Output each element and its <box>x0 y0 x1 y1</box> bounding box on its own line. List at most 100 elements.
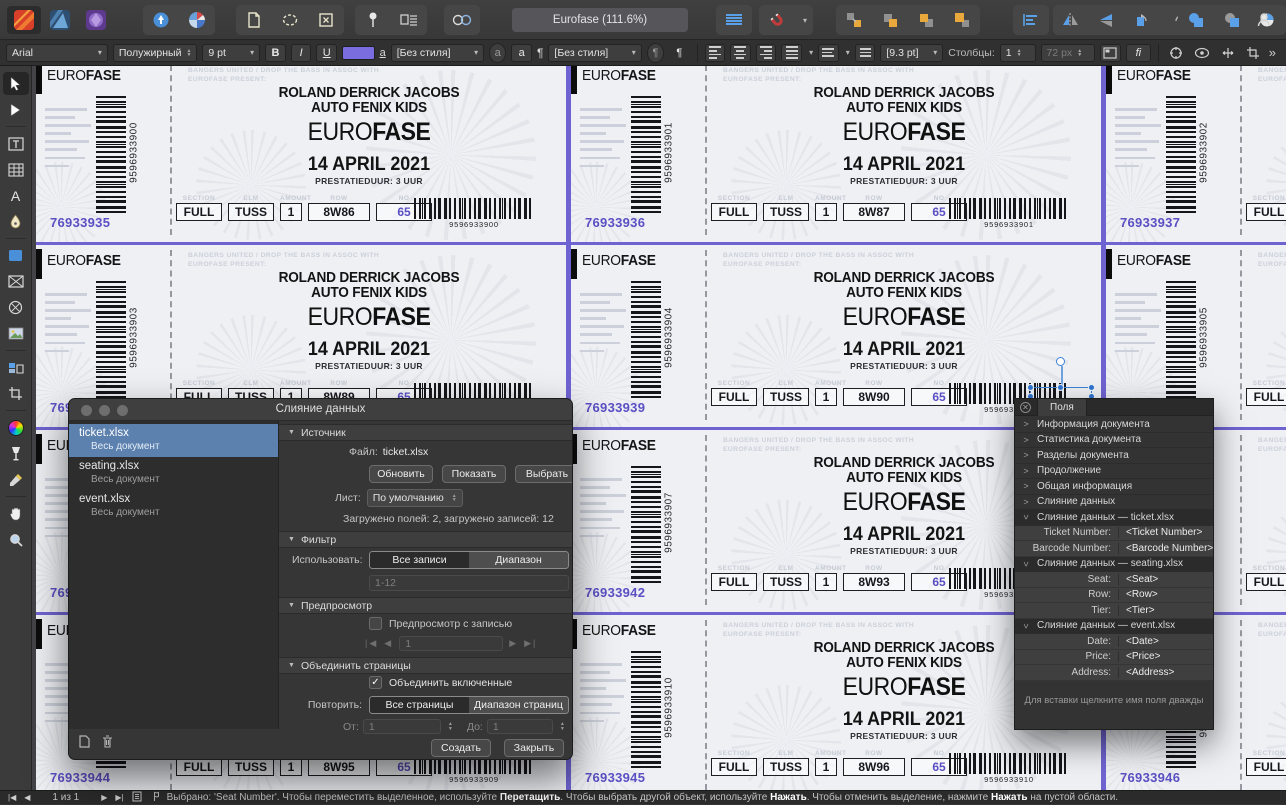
field-row[interactable]: Row:<Row> <box>1015 588 1214 604</box>
move-tool[interactable] <box>3 72 29 95</box>
elm-box[interactable]: TUSS <box>228 203 274 221</box>
toolbar-overflow-button[interactable]: » <box>1269 45 1280 60</box>
justification-caret[interactable]: ▾ <box>846 48 850 57</box>
move-to-front-icon[interactable] <box>945 6 979 34</box>
character-style-select[interactable]: [Без стиля]▾ <box>391 44 484 62</box>
event-duration[interactable]: PRESTATIEDUUR: 3 UUR <box>172 176 566 186</box>
stub-brand-logo[interactable]: EUROFASE <box>582 622 656 639</box>
first-record-icon[interactable]: |◀ <box>365 638 378 649</box>
amount-box[interactable]: 1 <box>280 758 302 776</box>
body-barcode[interactable] <box>949 198 1069 219</box>
export-persona-icon[interactable] <box>144 6 178 34</box>
brand-wordmark[interactable]: EUROFASE <box>1258 118 1286 147</box>
brand-wordmark[interactable]: EUROFASE <box>188 303 550 332</box>
sheet-select[interactable]: По умолчанию ▲▼ <box>367 489 463 507</box>
alignment-icon[interactable] <box>1014 6 1048 34</box>
align-left-button[interactable] <box>705 44 726 62</box>
last-record-icon[interactable]: ▶| <box>524 638 537 649</box>
stub-brand-logo[interactable]: EUROFASE <box>1117 67 1191 84</box>
brand-wordmark[interactable]: EUROFASE <box>723 118 1085 147</box>
show-button[interactable]: Показать <box>442 465 506 483</box>
ticket-number[interactable]: 76933946 <box>1120 770 1180 785</box>
all-pages-segment[interactable]: Все страницы <box>370 697 469 713</box>
ticket-number[interactable]: 76933942 <box>585 585 645 600</box>
stub-barcode[interactable] <box>96 281 126 399</box>
selection-handle[interactable] <box>1027 384 1034 391</box>
artist-title[interactable]: ROLAND DERRICK JACOBS AUTO FENIX KIDS <box>1254 456 1286 486</box>
font-weight-select[interactable]: Полужирный▲▼ <box>113 44 198 62</box>
artist-title[interactable]: ROLAND DERRICK JACOBS AUTO FENIX KIDS <box>719 86 1089 116</box>
color-picker-tool[interactable] <box>3 468 29 491</box>
stub-brand-logo[interactable]: EUROFASE <box>47 252 121 269</box>
document-title[interactable]: Eurofase (111.6%) <box>512 8 688 32</box>
no-para-style-icon[interactable]: ¶ <box>647 43 664 63</box>
align-center-button[interactable] <box>730 44 751 62</box>
field-row[interactable]: Price:<Price> <box>1015 650 1214 666</box>
event-date[interactable]: 14 APRIL 2021 <box>184 339 554 361</box>
justification-button[interactable] <box>818 44 839 62</box>
last-page-icon[interactable]: ▶| <box>115 793 123 802</box>
ticket-page[interactable]: EUROFASE 9596933900 76933935 BANGERS UNI… <box>36 66 566 242</box>
align-options-caret[interactable]: ▾ <box>809 48 813 57</box>
color-wheel-icon[interactable] <box>3 416 29 439</box>
delete-source-icon[interactable] <box>102 735 113 751</box>
elm-box[interactable]: TUSS <box>763 573 809 591</box>
field-group-row-expanded[interactable]: >Слияние данных — ticket.xlsx <box>1015 510 1214 526</box>
presenter-text[interactable]: BANGERS UNITED / DROP THE BASS IN ASSOC … <box>1258 67 1286 84</box>
brand-wordmark[interactable]: EUROFASE <box>188 118 550 147</box>
event-duration[interactable]: PRESTATIEDUUR: 3 UUR <box>707 176 1101 186</box>
stub-brand-logo[interactable]: EUROFASE <box>582 252 656 269</box>
field-group-row[interactable]: >Слияние данных <box>1015 495 1214 511</box>
row-box[interactable]: 8W86 <box>308 203 370 221</box>
brand-wordmark[interactable]: EUROFASE <box>1258 673 1286 702</box>
stub-brand-logo[interactable]: EUROFASE <box>582 67 656 84</box>
leading-select[interactable]: [9.3 pt]▾ <box>880 44 943 62</box>
amount-box[interactable]: 1 <box>815 203 837 221</box>
section-box[interactable]: FULL <box>176 203 222 221</box>
photo-persona-icon[interactable] <box>79 6 113 34</box>
no-char-style-icon[interactable]: a <box>489 43 506 63</box>
presenter-text[interactable]: BANGERS UNITED / DROP THE BASS IN ASSOC … <box>723 252 914 269</box>
ticket-page[interactable]: EUROFASE 9596933901 76933936 BANGERS UNI… <box>571 66 1101 242</box>
source-item[interactable]: event.xlsx Весь документ <box>69 490 278 523</box>
elm-box[interactable]: TUSS <box>763 203 809 221</box>
event-date[interactable]: 14 APRIL 2021 <box>719 154 1089 176</box>
presenter-text[interactable]: BANGERS UNITED / DROP THE BASS IN ASSOC … <box>723 437 914 454</box>
next-record-icon[interactable]: ▶ <box>509 638 518 649</box>
event-duration[interactable]: PRESTATIEDUUR: 3 UUR <box>707 731 1101 741</box>
rotation-handle[interactable] <box>1056 357 1065 366</box>
ticket-number[interactable]: 76933945 <box>585 770 645 785</box>
ticket-number[interactable]: 76933939 <box>585 400 645 415</box>
margins-icon[interactable] <box>309 6 343 34</box>
bold-button[interactable]: B <box>265 44 286 62</box>
brand-wordmark[interactable]: EUROFASE <box>723 303 1085 332</box>
event-duration[interactable]: PRESTATIEDUUR: 3 UUR <box>172 361 566 371</box>
presenter-text[interactable]: BANGERS UNITED / DROP THE BASS IN ASSOC … <box>723 67 914 84</box>
prev-page-icon[interactable]: ◀ <box>24 793 30 802</box>
field-group-row[interactable]: >Статистика документа <box>1015 433 1214 449</box>
rotate-ccw-icon[interactable] <box>1126 6 1160 34</box>
close-button[interactable]: Закрыть <box>504 739 564 757</box>
field-row[interactable]: Barcode Number:<Barcode Number> <box>1015 541 1214 557</box>
section-box[interactable]: FULL <box>711 573 757 591</box>
character-style-reset-icon[interactable]: a <box>380 47 386 59</box>
artist-title[interactable]: ROLAND DERRICK JACOBS AUTO FENIX KIDS <box>1254 86 1286 116</box>
source-item[interactable]: ticket.xlsx Весь документ <box>69 424 278 457</box>
section-box[interactable]: FULL <box>711 388 757 406</box>
record-number-input[interactable] <box>399 636 503 651</box>
preview-mode-icon[interactable] <box>445 6 479 34</box>
amount-box[interactable]: 1 <box>280 203 302 221</box>
row-box[interactable]: 8W90 <box>843 388 905 406</box>
preview-checkbox[interactable] <box>369 617 382 630</box>
crop-frame-icon[interactable] <box>1243 44 1264 62</box>
ticket-number[interactable]: 76933935 <box>50 215 110 230</box>
pen-tool[interactable] <box>3 210 29 233</box>
section-box[interactable]: FULL <box>711 203 757 221</box>
preflight-icon[interactable] <box>150 791 159 805</box>
list-button[interactable] <box>855 44 876 62</box>
ticket-page[interactable]: EUROFASE 9596933902 76933937 BANGERS UNI… <box>1106 66 1286 242</box>
stub-barcode[interactable] <box>631 281 661 399</box>
stub-brand-logo[interactable]: EUROFASE <box>582 437 656 454</box>
stub-barcode[interactable] <box>1166 96 1196 214</box>
amount-box[interactable]: 1 <box>815 758 837 776</box>
